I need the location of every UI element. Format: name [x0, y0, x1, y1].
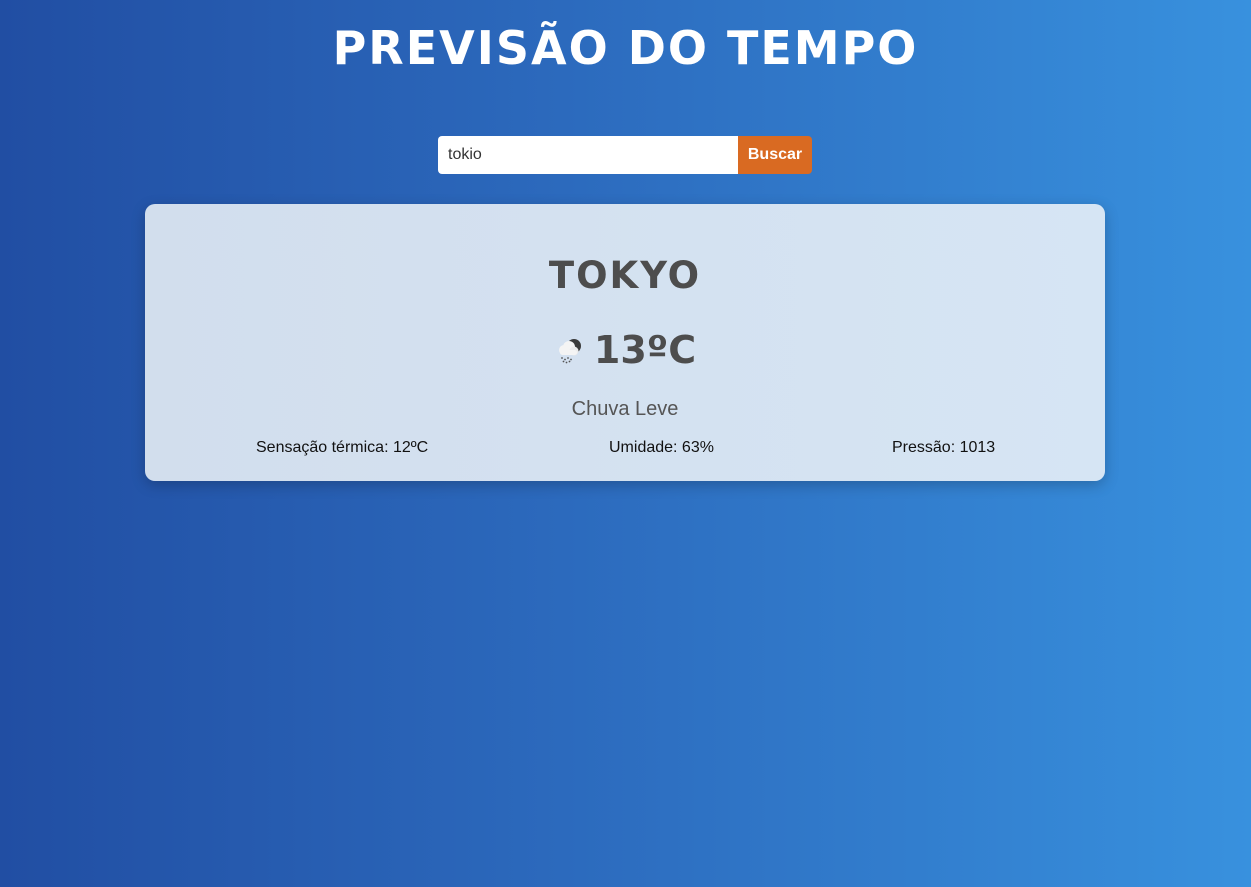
weather-card: TOKYO 13ºC Chuva Leve Sensação térmica: … — [145, 204, 1105, 481]
temperature-value: 13ºC — [593, 328, 697, 372]
search-input[interactable] — [438, 136, 738, 174]
humidity-text: Umidade: 63% — [609, 439, 714, 456]
page-title: PREVISÃO DO TEMPO — [332, 21, 919, 75]
city-name: TOKYO — [548, 254, 702, 297]
pressure-text: Pressão: 1013 — [892, 439, 996, 456]
search-button[interactable]: Buscar — [738, 136, 812, 174]
feels-like-text: Sensação térmica: 12ºC — [256, 439, 429, 456]
weather-description: Chuva Leve — [571, 398, 679, 420]
rain-cloud-icon — [554, 335, 584, 365]
search-bar: Buscar — [438, 136, 812, 174]
temperature-row: 13ºC — [145, 324, 1105, 376]
weather-details: Sensação térmica: 12ºC Umidade: 63% Pres… — [145, 437, 1105, 459]
